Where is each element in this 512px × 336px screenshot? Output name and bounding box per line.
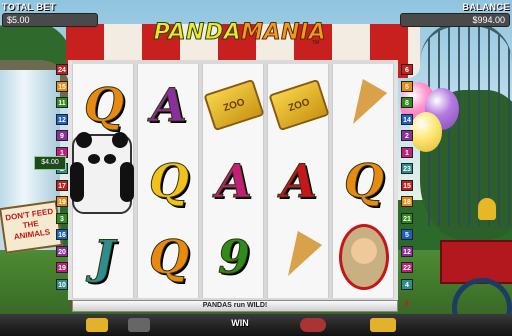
balance-label: BALANCE xyxy=(462,2,510,12)
payline-indicators-left: 241511129121719316201910 xyxy=(56,64,68,298)
payline-number[interactable]: 12 xyxy=(401,245,413,257)
payline-number[interactable]: 12 xyxy=(56,113,68,125)
spin-button[interactable] xyxy=(370,318,396,332)
symbol-zookeeper xyxy=(337,222,391,292)
total-bet-label: TOTAL BET xyxy=(2,2,56,12)
symbol-letter: A xyxy=(281,154,318,209)
coins-button[interactable] xyxy=(86,318,108,332)
payline-number[interactable]: 19 xyxy=(56,196,68,207)
payline-number[interactable]: 15 xyxy=(56,80,68,92)
panda-eye xyxy=(88,154,100,164)
symbol-letter: J xyxy=(93,230,116,285)
zookeeper-icon xyxy=(339,224,389,290)
payline-indicators-right: 6 5 8 14 2 1 23 15 18 21 5 12 22 4 xyxy=(401,64,413,298)
reel-3: ZOO A 9 xyxy=(202,64,265,298)
payline-number[interactable]: 18 xyxy=(401,196,413,207)
payline-number[interactable]: 19 xyxy=(56,262,68,273)
logo-trademark: TM xyxy=(312,40,320,46)
symbol-letter: Q xyxy=(83,78,125,133)
payline-x-right: X xyxy=(404,299,410,308)
balance-panel: BALANCE $994.00 xyxy=(400,2,510,30)
symbol-ticket: ZOO xyxy=(203,70,265,140)
ice-cream-icon xyxy=(340,78,388,132)
chips-button[interactable] xyxy=(300,318,326,332)
payline-number[interactable]: 9 xyxy=(56,130,68,141)
ticket-icon: ZOO xyxy=(203,78,265,132)
payline-number[interactable]: 14 xyxy=(401,113,413,125)
payline-number[interactable]: 5 xyxy=(401,80,413,92)
symbol-letter: A xyxy=(216,154,253,209)
payline-number[interactable]: 23 xyxy=(401,163,413,174)
payline-number[interactable]: 3 xyxy=(56,212,68,224)
panda-eye xyxy=(104,154,116,164)
symbol-ticket: ZOO xyxy=(268,70,330,140)
symbol-letter: 9 xyxy=(217,230,250,285)
payline-number[interactable]: 16 xyxy=(56,229,68,240)
payline-number[interactable]: 11 xyxy=(56,97,68,108)
symbol-letter: A xyxy=(151,78,188,133)
symbol-letter: Q xyxy=(148,230,190,285)
win-label: WIN xyxy=(231,318,249,328)
total-bet-value: $5.00 xyxy=(2,13,98,27)
payline-number[interactable]: 20 xyxy=(56,245,68,257)
warning-sign: DON'T FEED THE ANIMALS xyxy=(0,200,63,254)
payline-number[interactable]: 10 xyxy=(56,278,68,290)
panda-ear xyxy=(112,132,128,148)
panda-arm xyxy=(120,162,134,202)
red-cart xyxy=(440,240,512,284)
payline-number[interactable]: 6 xyxy=(401,64,413,75)
payline-number[interactable]: 1 xyxy=(401,146,413,158)
balloon-yellow xyxy=(410,112,442,152)
reel-4: ZOO A xyxy=(267,64,330,298)
payline-number[interactable]: 17 xyxy=(56,179,68,191)
symbol-letter: Q xyxy=(343,154,385,209)
message-bar: PANDAS run WILD! xyxy=(72,300,398,312)
paylines-button[interactable] xyxy=(128,318,150,332)
panda-ear xyxy=(76,132,92,148)
payline-number[interactable]: 22 xyxy=(401,262,413,273)
panda-wild-character xyxy=(70,132,134,214)
logo-part-panda: PANDA xyxy=(153,20,242,46)
panda-arm xyxy=(70,162,84,202)
balance-value: $994.00 xyxy=(400,13,510,27)
game-logo: PANDAMANIA xyxy=(152,20,328,50)
reel-2: A Q Q xyxy=(137,64,199,298)
ice-cream-icon xyxy=(275,230,323,284)
payline-number[interactable]: 5 xyxy=(401,229,413,240)
payline-number[interactable]: 21 xyxy=(401,212,413,224)
payline-number[interactable]: 4 xyxy=(401,278,413,290)
reel-5: Q xyxy=(332,64,394,298)
ticket-icon: ZOO xyxy=(268,78,330,132)
symbol-letter: Q xyxy=(148,154,190,209)
line-bet-tag: $4.00 xyxy=(34,156,66,170)
payline-number[interactable]: 24 xyxy=(56,64,68,75)
symbol-ice-cream xyxy=(272,222,326,292)
payline-number[interactable]: 8 xyxy=(401,97,413,108)
bell-icon xyxy=(478,198,496,220)
symbol-ice-cream xyxy=(337,70,391,140)
payline-number[interactable]: 15 xyxy=(401,179,413,191)
total-bet-panel: TOTAL BET $5.00 xyxy=(2,2,98,30)
payline-number[interactable]: 2 xyxy=(401,130,413,141)
